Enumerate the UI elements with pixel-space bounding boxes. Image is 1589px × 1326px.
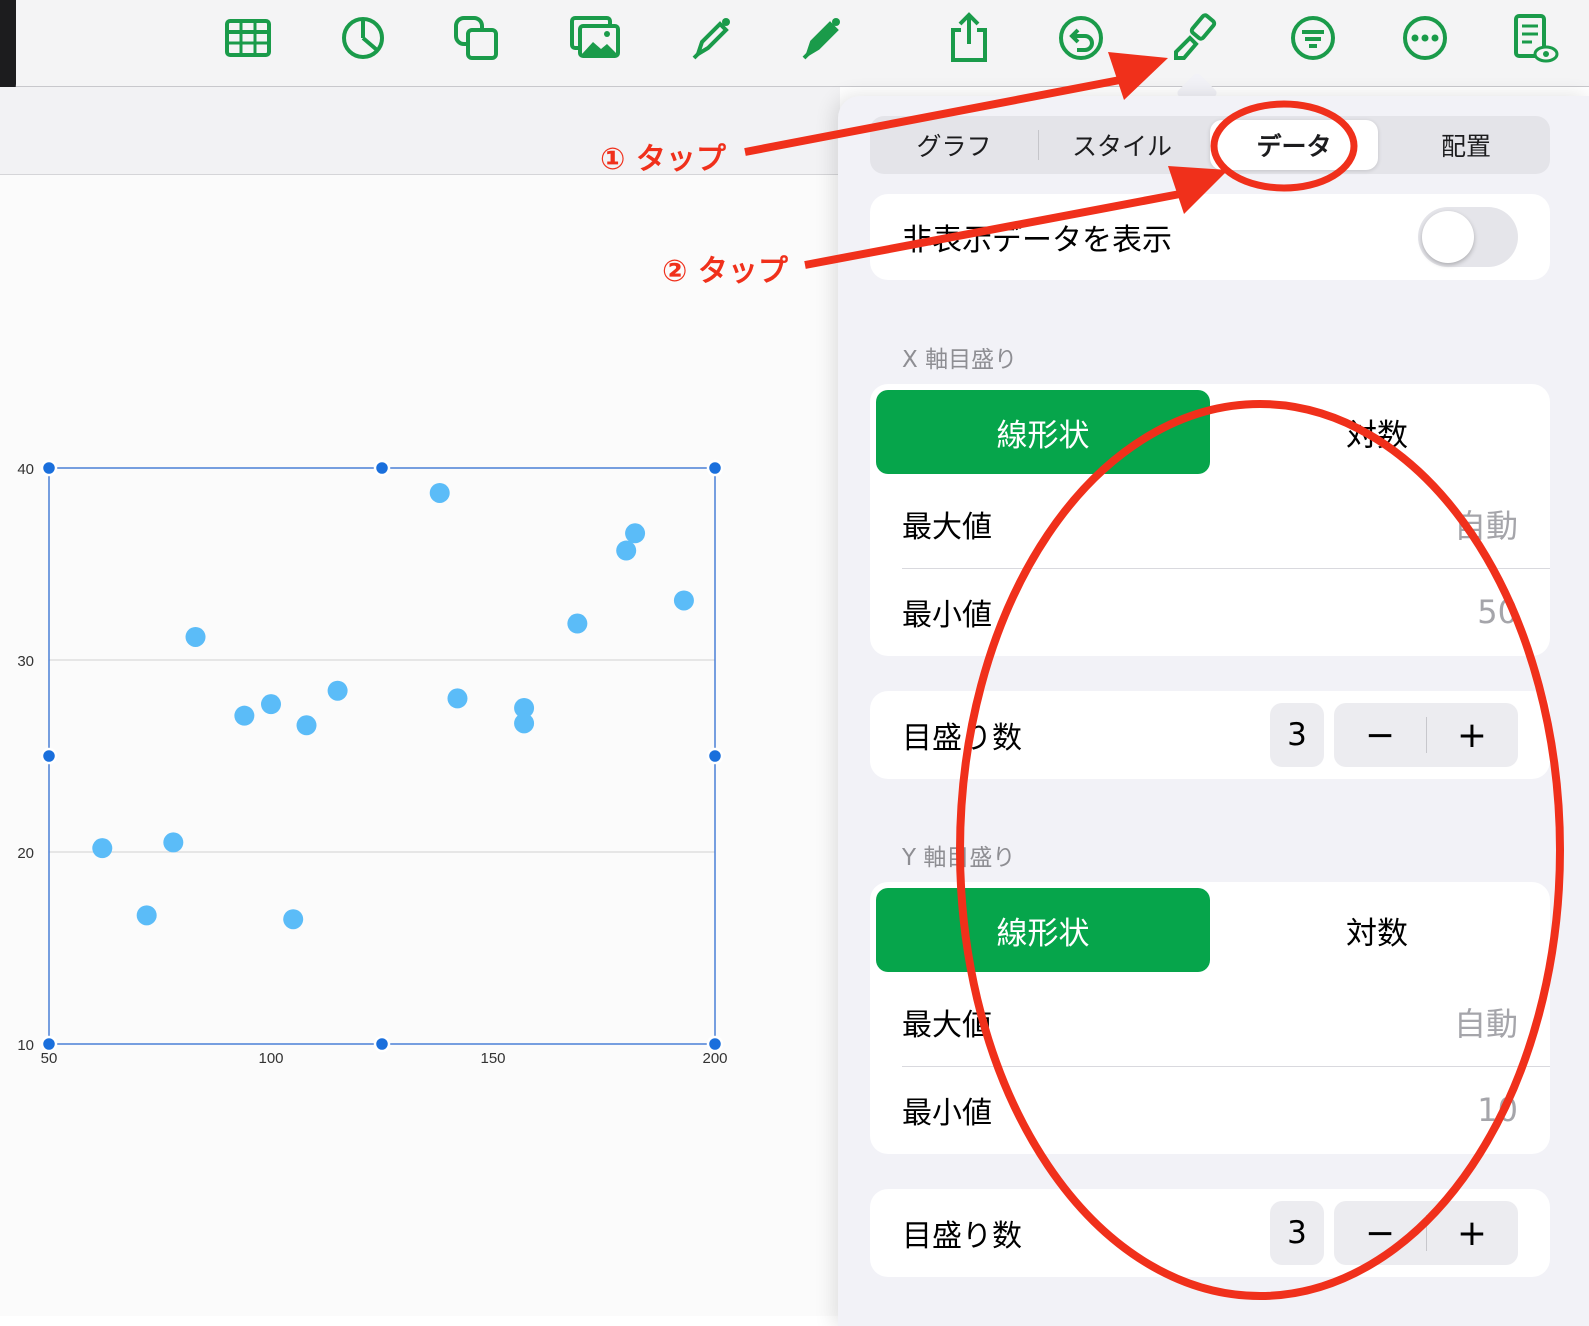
- data-point: [283, 909, 304, 930]
- show-hidden-label: 非表示データを表示: [902, 223, 1172, 258]
- x-linear-option[interactable]: 線形状: [876, 390, 1210, 474]
- undo-icon[interactable]: [1053, 10, 1109, 66]
- y-max-value[interactable]: 自動: [1454, 999, 1518, 1045]
- toolbar: [0, 0, 1589, 100]
- x-max-value[interactable]: 自動: [1454, 501, 1518, 547]
- shape-icon[interactable]: [448, 10, 504, 66]
- window-corner: [0, 0, 16, 100]
- show-hidden-toggle[interactable]: [1418, 207, 1518, 267]
- resize-handle[interactable]: [706, 459, 724, 477]
- x-ticks-stepper: − +: [1334, 703, 1518, 767]
- tab-chart[interactable]: グラフ: [870, 116, 1038, 174]
- data-point: [514, 713, 535, 734]
- y-min-value[interactable]: 10: [1477, 1091, 1518, 1129]
- tab-arrange[interactable]: 配置: [1382, 116, 1550, 174]
- data-point: [92, 838, 113, 859]
- y-log-option[interactable]: 対数: [1210, 888, 1544, 972]
- media-icon[interactable]: [567, 10, 623, 66]
- data-point: [429, 482, 450, 503]
- x-tick-label: 150: [480, 1050, 505, 1067]
- reader-view-icon[interactable]: [1506, 10, 1562, 66]
- y-ticks-label: 目盛り数: [902, 1219, 1022, 1254]
- share-icon[interactable]: [941, 10, 997, 66]
- data-point: [163, 832, 184, 853]
- x-log-option[interactable]: 対数: [1210, 390, 1544, 474]
- data-point: [327, 680, 348, 701]
- y-min-label: 最小値: [902, 1096, 992, 1131]
- data-point: [625, 523, 646, 544]
- resize-handle[interactable]: [706, 1035, 724, 1053]
- scatter-chart[interactable]: 10 20 30 40 50 100 150 200: [0, 174, 840, 1274]
- organize-icon[interactable]: [1285, 10, 1341, 66]
- data-point: [447, 688, 468, 709]
- resize-handle[interactable]: [40, 1035, 58, 1053]
- data-point: [136, 905, 157, 926]
- resize-handle[interactable]: [40, 747, 58, 765]
- annotation-step-1: ① タップ: [600, 142, 726, 177]
- format-tabs: グラフ スタイル データ 配置: [870, 116, 1550, 174]
- x-tick-label: 100: [258, 1050, 283, 1067]
- data-point: [185, 626, 206, 647]
- tab-data[interactable]: データ: [1210, 120, 1378, 170]
- y-linear-option[interactable]: 線形状: [876, 888, 1210, 972]
- resize-handle[interactable]: [706, 747, 724, 765]
- y-max-row[interactable]: 最大値 自動: [870, 978, 1550, 1066]
- x-ticks-card: 目盛り数 3 − +: [870, 691, 1550, 779]
- data-point: [616, 540, 637, 561]
- annotation-step-2: ② タップ: [662, 254, 788, 289]
- x-ticks-label: 目盛り数: [902, 721, 1022, 756]
- y-tick-label: 30: [17, 653, 34, 670]
- resize-handle[interactable]: [40, 459, 58, 477]
- x-min-label: 最小値: [902, 598, 992, 633]
- data-point: [234, 705, 255, 726]
- y-tick-label: 20: [17, 845, 34, 862]
- y-axis-card: 線形状 対数 最大値 自動 最小値 10: [870, 882, 1550, 1154]
- x-min-row[interactable]: 最小値 50: [870, 568, 1550, 656]
- x-min-value[interactable]: 50: [1477, 593, 1518, 631]
- x-scale-selector: 線形状 対数: [870, 384, 1550, 480]
- show-hidden-card: 非表示データを表示: [870, 194, 1550, 280]
- data-point: [296, 715, 317, 736]
- x-axis-section-label: X 軸目盛り: [902, 347, 1018, 373]
- x-ticks-decrement-button[interactable]: −: [1334, 703, 1426, 767]
- y-tick-label: 40: [17, 461, 34, 478]
- x-tick-label: 200: [702, 1050, 727, 1067]
- y-max-label: 最大値: [902, 1008, 992, 1043]
- x-ticks-increment-button[interactable]: +: [1426, 703, 1518, 767]
- y-ticks-count[interactable]: 3: [1270, 1201, 1324, 1265]
- pen-icon[interactable]: [684, 10, 740, 66]
- data-point: [567, 613, 588, 634]
- toggle-knob: [1422, 211, 1474, 263]
- format-brush-icon[interactable]: [1168, 10, 1224, 66]
- y-scale-selector: 線形状 対数: [870, 882, 1550, 978]
- more-icon[interactable]: [1397, 10, 1453, 66]
- y-ticks-increment-button[interactable]: +: [1426, 1201, 1518, 1265]
- resize-handle[interactable]: [373, 1035, 391, 1053]
- y-min-row[interactable]: 最小値 10: [870, 1066, 1550, 1154]
- x-max-row[interactable]: 最大値 自動: [870, 480, 1550, 568]
- data-point: [261, 694, 281, 715]
- y-axis-section-label: Y 軸目盛り: [902, 845, 1016, 871]
- x-axis-card: 線形状 対数 最大値 自動 最小値 50: [870, 384, 1550, 656]
- data-point: [673, 590, 694, 611]
- x-ticks-count[interactable]: 3: [1270, 703, 1324, 767]
- y-ticks-stepper: − +: [1334, 1201, 1518, 1265]
- tab-style[interactable]: スタイル: [1038, 116, 1206, 174]
- y-tick-label: 10: [17, 1037, 34, 1054]
- selection-frame: [48, 467, 716, 1045]
- x-ticks-row: 目盛り数 3 − +: [870, 691, 1550, 779]
- pen-filled-icon[interactable]: [794, 10, 850, 66]
- format-popover: グラフ スタイル データ 配置 非表示データを表示 X 軸目盛り 線形状 対数 …: [838, 96, 1589, 1326]
- resize-handle[interactable]: [373, 459, 391, 477]
- table-icon[interactable]: [220, 10, 276, 66]
- y-ticks-decrement-button[interactable]: −: [1334, 1201, 1426, 1265]
- x-max-label: 最大値: [902, 510, 992, 545]
- y-ticks-row: 目盛り数 3 − +: [870, 1189, 1550, 1277]
- chart-icon[interactable]: [335, 10, 391, 66]
- y-ticks-card: 目盛り数 3 − +: [870, 1189, 1550, 1277]
- x-tick-label: 50: [41, 1050, 58, 1067]
